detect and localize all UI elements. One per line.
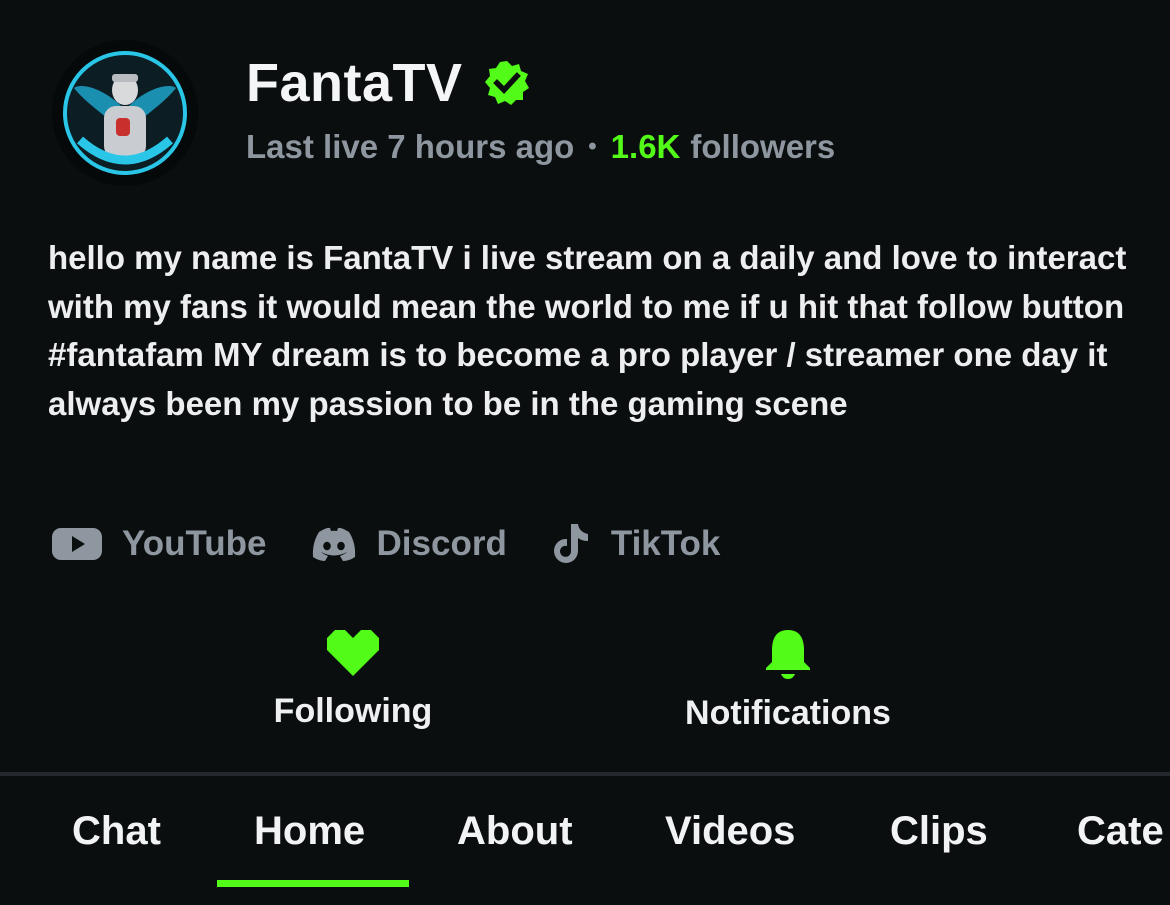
channel-tabs: Chat Home About Videos Clips Cate xyxy=(0,776,1170,905)
social-label-tiktok: TikTok xyxy=(610,524,721,563)
active-tab-indicator xyxy=(217,880,409,887)
channel-meta: Last live 7 hours ago • 1.6K followers xyxy=(246,128,835,166)
tab-categories[interactable]: Cate xyxy=(1077,809,1164,854)
channel-bio: hello my name is FantaTV i live stream o… xyxy=(48,239,1127,422)
tiktok-icon xyxy=(553,524,588,563)
notifications-label: Notifications xyxy=(685,694,891,732)
tab-about[interactable]: About xyxy=(457,809,573,854)
avatar-image xyxy=(52,40,198,186)
verified-badge-icon xyxy=(484,61,529,105)
followers-label: followers xyxy=(690,128,836,165)
channel-header: FantaTV xyxy=(246,50,531,116)
social-link-discord[interactable]: Discord xyxy=(311,524,507,564)
following-label: Following xyxy=(273,692,433,730)
last-live-text: Last live 7 hours ago xyxy=(246,128,575,165)
meta-separator: • xyxy=(588,133,597,160)
social-label-discord: Discord xyxy=(376,524,507,563)
social-label-youtube: YouTube xyxy=(122,524,267,563)
tab-chat[interactable]: Chat xyxy=(72,809,161,854)
social-link-tiktok[interactable]: TikTok xyxy=(551,522,721,566)
discord-icon xyxy=(312,527,355,561)
bell-icon xyxy=(766,630,810,679)
youtube-icon xyxy=(52,528,102,560)
channel-avatar[interactable] xyxy=(52,40,198,186)
tab-clips[interactable]: Clips xyxy=(890,809,988,854)
followers-count: 1.6K xyxy=(610,128,681,165)
tab-home[interactable]: Home xyxy=(254,809,365,854)
channel-name: FantaTV xyxy=(246,53,463,113)
social-link-youtube[interactable]: YouTube xyxy=(52,524,267,564)
heart-icon xyxy=(327,630,379,676)
following-button[interactable]: Following xyxy=(203,628,503,731)
tab-videos[interactable]: Videos xyxy=(665,809,795,854)
social-links: YouTube Discord TikTok xyxy=(52,522,764,566)
notifications-button[interactable]: Notifications xyxy=(638,628,938,733)
